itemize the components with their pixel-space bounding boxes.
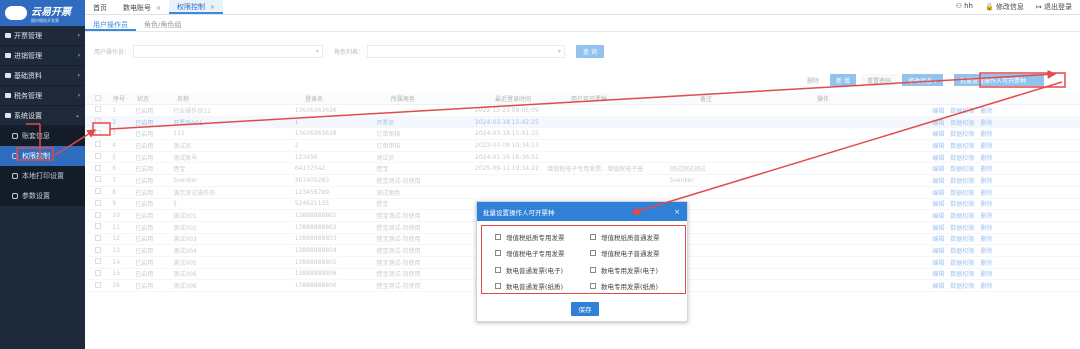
item-icon: [12, 153, 18, 159]
tab-label: 数电账号: [123, 4, 151, 12]
option-checkbox[interactable]: [590, 250, 596, 256]
menu-label: 基础资料: [14, 71, 42, 80]
chevron-icon: ›: [77, 52, 80, 59]
sidebar-item[interactable]: 账套信息: [0, 126, 85, 146]
modal-title: 批量设置操作人可开票种: [483, 208, 555, 217]
ticket-option[interactable]: 数电专用发票(纸质): [590, 281, 685, 292]
sidebar-menu[interactable]: 系统设置 ⌄: [0, 106, 85, 126]
item-icon: [12, 173, 18, 179]
sidebar-menu[interactable]: 税务管理 ›: [0, 86, 85, 106]
option-checkbox[interactable]: [495, 250, 501, 256]
sidebar-item[interactable]: 本地打印设置: [0, 166, 85, 186]
subtab-roles[interactable]: 角色/角色组: [136, 15, 189, 31]
cloud-logo-icon: [5, 6, 27, 20]
option-label: 增值税纸质专用发票: [506, 233, 565, 242]
close-icon[interactable]: ×: [156, 5, 161, 12]
top-tab-bar: 首页 数电账号 × 权限控制 × ⚇ hh 🔒 修改信息 ↦ 退出登录: [85, 0, 1080, 15]
item-label: 权限控制: [22, 152, 50, 160]
ticket-options: 增值税纸质专用发票 增值税纸质普通发票增值税电子专用发票 增值税电子普通发票数电普通…: [481, 225, 686, 294]
batch-ticket-modal: 批量设置操作人可开票种 × 增值税纸质专用发票 增值税纸质普通发票增值税电子专用发票…: [476, 201, 688, 322]
chevron-icon: ⌄: [74, 112, 80, 119]
item-label: 本地打印设置: [22, 172, 64, 180]
option-checkbox[interactable]: [590, 233, 596, 240]
ticket-option[interactable]: 数电专用发票(电子): [590, 264, 685, 275]
user-name: hh: [964, 2, 973, 10]
subtab-bar: 用户操作员 角色/角色组: [85, 15, 1080, 32]
option-checkbox[interactable]: [590, 266, 596, 273]
menu-icon: [5, 113, 11, 118]
logo: 云易开票 随时随地开发票: [0, 0, 85, 26]
menu-icon: [5, 33, 11, 38]
logout-label: 退出登录: [1044, 3, 1072, 11]
menu-icon: [5, 93, 11, 98]
ticket-option[interactable]: 增值税电子专用发票: [495, 248, 590, 259]
subtab-users[interactable]: 用户操作员: [85, 15, 136, 31]
close-icon[interactable]: ×: [674, 208, 680, 216]
option-checkbox[interactable]: [495, 266, 501, 273]
menu-icon: [5, 53, 11, 58]
option-checkbox[interactable]: [495, 283, 501, 289]
ticket-option[interactable]: 增值税纸质普通发票: [590, 231, 685, 242]
ticket-option[interactable]: 数电普通发票(纸质): [495, 281, 590, 292]
chevron-icon: ›: [77, 72, 80, 79]
logo-subtitle: 随时随地开发票: [31, 17, 59, 23]
chevron-icon: ›: [77, 92, 80, 99]
sidebar-menu[interactable]: 基础资料 ›: [0, 66, 85, 86]
option-checkbox[interactable]: [495, 233, 501, 240]
menu-label: 进销管理: [14, 51, 42, 60]
item-label: 参数设置: [22, 192, 50, 200]
save-button[interactable]: 保存: [571, 302, 599, 316]
option-checkbox[interactable]: [590, 283, 596, 289]
sidebar-submenu: 账套信息权限控制本地打印设置 参数设置: [0, 126, 85, 206]
menu-label: 系统设置: [14, 111, 42, 120]
tab-home[interactable]: 首页: [85, 0, 115, 14]
chevron-icon: ›: [77, 32, 80, 39]
menu-label: 开票管理: [14, 31, 42, 40]
sidebar-item[interactable]: 权限控制: [0, 146, 85, 166]
change-info-link[interactable]: 🔒 修改信息: [985, 2, 1024, 12]
tab-permission[interactable]: 权限控制 ×: [169, 0, 224, 14]
tab-digital-account[interactable]: 数电账号 ×: [115, 0, 169, 14]
sidebar: 云易开票 随时随地开发票 开票管理 › 进销管理 › 基础资料 › 税务管理 › 系统设置 ⌄ 账套信…: [0, 0, 85, 349]
menu-icon: [5, 73, 11, 78]
option-label: 增值税纸质普通发票: [601, 233, 660, 242]
ticket-option[interactable]: 数电普通发票(电子): [495, 264, 590, 275]
sidebar-menu[interactable]: 进销管理 ›: [0, 46, 85, 66]
close-icon[interactable]: ×: [210, 4, 215, 11]
sidebar-menu[interactable]: 开票管理 ›: [0, 26, 85, 46]
tab-label: 首页: [93, 4, 107, 12]
sidebar-item[interactable]: 参数设置: [0, 186, 85, 206]
ticket-option[interactable]: 增值税电子普通发票: [590, 248, 685, 259]
option-label: 数电普通发票(纸质): [506, 283, 564, 291]
option-label: 数电专用发票(纸质): [601, 283, 659, 291]
item-label: 账套信息: [22, 132, 50, 140]
menu-label: 税务管理: [14, 91, 42, 100]
item-icon: [12, 193, 18, 199]
change-info-label: 修改信息: [995, 3, 1024, 11]
logout-link[interactable]: ↦ 退出登录: [1036, 2, 1072, 12]
option-label: 数电专用发票(电子): [601, 266, 659, 275]
tab-label: 权限控制: [177, 3, 206, 11]
option-label: 增值税电子普通发票: [601, 250, 660, 258]
item-icon: [12, 133, 18, 139]
option-label: 增值税电子专用发票: [506, 250, 565, 258]
user-menu[interactable]: ⚇ hh: [956, 2, 973, 12]
option-label: 数电普通发票(电子): [506, 266, 564, 275]
logo-title: 云易开票: [31, 6, 71, 18]
ticket-option[interactable]: 增值税纸质专用发票: [495, 231, 590, 242]
modal-header: 批量设置操作人可开票种 ×: [477, 202, 687, 221]
